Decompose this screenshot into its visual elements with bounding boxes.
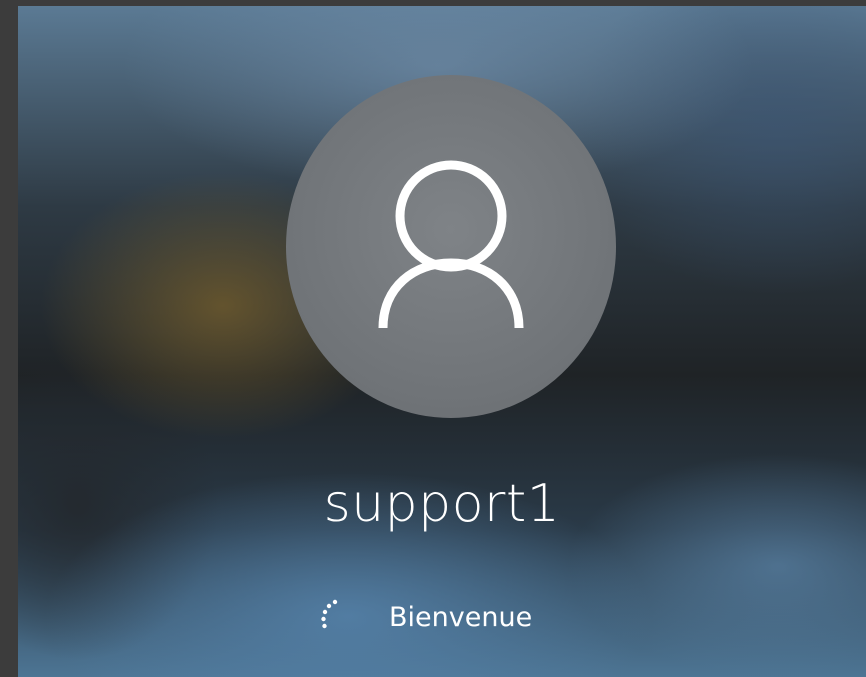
lock-screen-background: support1 Bienvenue [18,6,866,677]
status-text: Bienvenue [389,602,533,633]
username-label: support1 [323,474,561,534]
user-avatar [286,75,616,418]
sign-in-status: Bienvenue [318,596,532,640]
user-silhouette-icon [378,160,524,328]
window-frame: support1 Bienvenue [0,0,866,677]
loading-spinner-icon [321,599,338,629]
